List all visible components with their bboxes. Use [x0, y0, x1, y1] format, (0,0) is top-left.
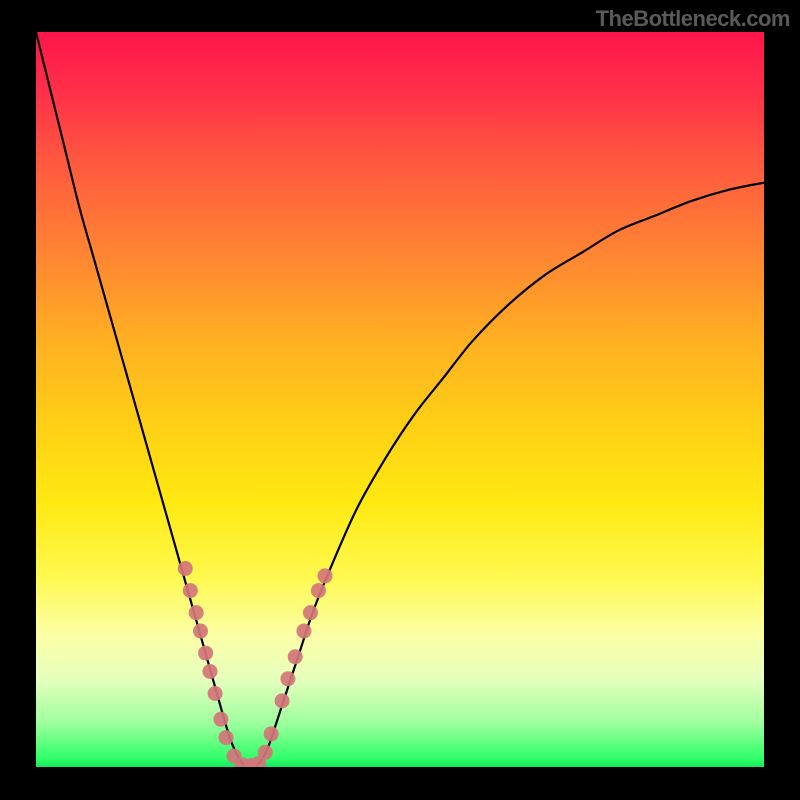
curve-marker: [178, 561, 193, 576]
curve-marker: [213, 712, 228, 727]
curve-marker: [198, 646, 213, 661]
curve-marker: [264, 726, 279, 741]
curve-marker: [288, 649, 303, 664]
curve-marker: [189, 605, 204, 620]
marker-group: [178, 561, 333, 767]
chart-container: TheBottleneck.com: [0, 0, 800, 800]
curve-marker: [275, 693, 290, 708]
curve-marker: [258, 745, 273, 760]
curve-marker: [193, 624, 208, 639]
curve-marker: [280, 671, 295, 686]
curve-marker: [311, 583, 326, 598]
watermark-label: TheBottleneck.com: [596, 6, 790, 32]
curve-marker: [219, 730, 234, 745]
bottleneck-curve-svg: [36, 32, 764, 767]
curve-marker: [208, 686, 223, 701]
curve-marker: [318, 568, 333, 583]
curve-marker: [183, 583, 198, 598]
curve-marker: [296, 624, 311, 639]
curve-marker: [202, 664, 217, 679]
curve-path: [36, 32, 764, 767]
curve-marker: [303, 605, 318, 620]
